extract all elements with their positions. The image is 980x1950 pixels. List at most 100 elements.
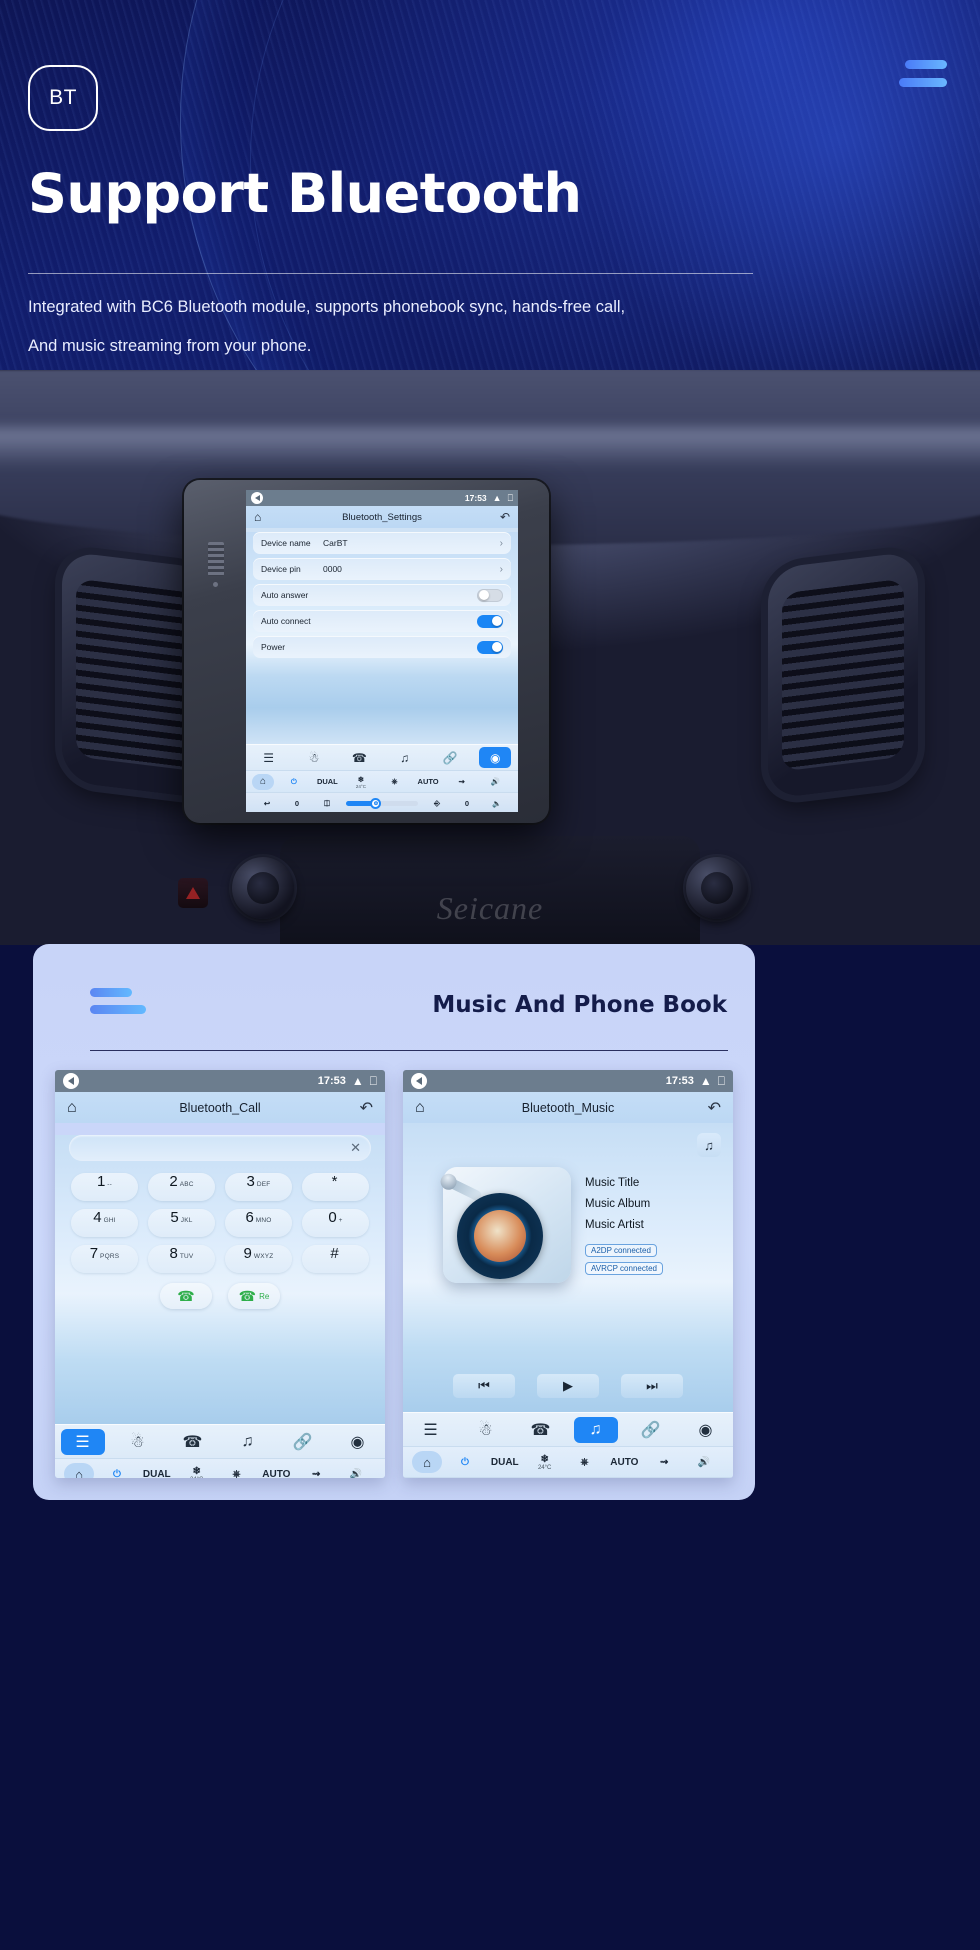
climate-knob-right <box>686 857 748 919</box>
back-arrow-icon[interactable]: ↩ <box>252 799 282 808</box>
settings-icon[interactable]: ◉ <box>684 1417 728 1443</box>
setting-row-device-name[interactable]: Device name CarBT › <box>253 532 511 554</box>
next-icon[interactable]: ⏭ <box>621 1374 683 1398</box>
dial-key[interactable]: 9 WXYZ <box>225 1245 292 1273</box>
card-accent-bar-2 <box>90 1005 146 1014</box>
call-body: ✕ 1 -- 2 ABC 3 DEF * 4 GHI 5 JKL 6 MNO 0 + 7 PQR… <box>55 1135 385 1424</box>
link-icon[interactable]: 🔗 <box>629 1417 673 1443</box>
rear-defrost-icon[interactable]: ⎈ <box>565 1457 605 1468</box>
dialpad-icon[interactable]: ☰ <box>60 1428 105 1455</box>
power-toggle[interactable] <box>477 640 503 654</box>
phone-icon[interactable]: ☎ <box>171 1429 215 1455</box>
rear-defrost-icon[interactable]: ⎈ <box>378 777 412 787</box>
dashboard-sheen <box>0 428 980 468</box>
music-phonebook-card: Music And Phone Book 17:53 ▲ ⎕ ⌂ Bluetoo… <box>33 944 755 1500</box>
airflow-icon[interactable]: ⇝ <box>296 1469 336 1479</box>
dial-key[interactable]: # <box>302 1245 369 1273</box>
volume-up-icon[interactable]: 🔊 <box>478 777 512 786</box>
snowflake-icon[interactable]: ❄ 24°C <box>525 1454 565 1471</box>
auto-answer-toggle[interactable] <box>477 588 503 602</box>
hero-accent-bars <box>887 60 947 96</box>
contact-icon[interactable]: ☃ <box>298 747 330 768</box>
dial-key[interactable]: 2 ABC <box>148 1173 215 1201</box>
airflow-icon[interactable]: ⇝ <box>644 1457 684 1468</box>
climate-bar-bottom: ↩ 0 ⎅ ❂ ⎆ 0 🔈 <box>246 792 518 812</box>
phone-icon[interactable]: ☎ <box>519 1417 563 1443</box>
return-icon[interactable]: ↶ <box>500 510 510 524</box>
dial-key[interactable]: 6 MNO <box>225 1209 292 1237</box>
window-icon[interactable]: ⎕ <box>508 493 513 504</box>
setting-row-device-pin[interactable]: Device pin 0000 › <box>253 558 511 580</box>
music-icon[interactable]: ♫ <box>573 1416 618 1443</box>
power-icon[interactable]: ⏻ <box>277 777 311 787</box>
seat-icon[interactable]: ⎅ <box>312 799 342 809</box>
redial-button[interactable]: ☎ Re <box>228 1283 280 1309</box>
volume-up-icon[interactable]: 🔊 <box>336 1469 376 1479</box>
phone-icon: ☎ <box>177 1287 195 1304</box>
previous-icon[interactable]: ⏮ <box>453 1374 515 1398</box>
call-button[interactable]: ☎ <box>160 1283 212 1309</box>
snowflake-icon[interactable]: ❄ 24°C <box>344 775 378 789</box>
dial-key[interactable]: * <box>302 1173 369 1201</box>
setting-row-auto-answer[interactable]: Auto answer <box>253 584 511 606</box>
back-icon[interactable] <box>411 1073 427 1089</box>
seat-heat-icon[interactable]: ⎆ <box>422 799 452 809</box>
volume-up-icon[interactable]: 🔊 <box>684 1457 724 1468</box>
slider-knob[interactable]: ❂ <box>370 798 382 809</box>
phone-icon[interactable]: ☎ <box>343 747 375 768</box>
climate-home-button[interactable]: ⌂ <box>412 1451 442 1473</box>
auto-connect-toggle[interactable] <box>477 614 503 628</box>
window-icon[interactable]: ⎕ <box>718 1074 725 1089</box>
climate-home-button[interactable]: ⌂ <box>252 773 274 790</box>
settings-icon[interactable]: ◉ <box>336 1429 380 1455</box>
back-icon[interactable] <box>251 492 263 504</box>
phone-number-input[interactable]: ✕ <box>69 1135 371 1161</box>
dual-label[interactable]: DUAL <box>137 1469 177 1479</box>
dial-key[interactable]: 8 TUV <box>148 1245 215 1273</box>
music-icon[interactable]: ♫ <box>226 1429 270 1455</box>
contact-icon[interactable]: ☃ <box>464 1417 508 1443</box>
dual-label[interactable]: DUAL <box>311 777 345 786</box>
power-icon[interactable]: ⏻ <box>445 1457 485 1468</box>
window-icon[interactable]: ⎕ <box>370 1074 377 1089</box>
dialpad-icon[interactable]: ☰ <box>409 1417 453 1443</box>
auto-label[interactable]: AUTO <box>256 1469 296 1479</box>
chevrons-up-icon[interactable]: ▲ <box>700 1074 712 1088</box>
back-icon[interactable] <box>63 1073 79 1089</box>
key-sub: JKL <box>180 1217 193 1224</box>
airflow-icon[interactable]: ⇝ <box>445 777 479 786</box>
settings-icon[interactable]: ◉ <box>479 747 512 768</box>
music-note-icon[interactable]: ♫ <box>697 1133 721 1157</box>
dial-key[interactable]: 1 -- <box>71 1173 138 1201</box>
dial-key[interactable]: 0 + <box>302 1209 369 1237</box>
chevrons-up-icon[interactable]: ▲ <box>352 1074 364 1088</box>
chevrons-up-icon[interactable]: ▲ <box>493 493 502 503</box>
setting-row-power[interactable]: Power <box>253 636 511 658</box>
dual-label[interactable]: DUAL <box>485 1457 525 1468</box>
link-icon[interactable]: 🔗 <box>434 747 466 768</box>
hero-subtitle: Integrated with BC6 Bluetooth module, su… <box>28 288 758 366</box>
fan-speed-slider[interactable]: ❂ <box>346 798 418 809</box>
return-icon[interactable]: ↶ <box>708 1098 721 1118</box>
dialpad-icon[interactable]: ☰ <box>253 747 285 768</box>
dial-key[interactable]: 3 DEF <box>225 1173 292 1201</box>
snowflake-icon[interactable]: ❄ 24°C <box>177 1466 217 1479</box>
setting-row-auto-connect[interactable]: Auto connect <box>253 610 511 632</box>
play-icon[interactable]: ▶ <box>537 1374 599 1398</box>
return-icon[interactable]: ↶ <box>360 1098 373 1118</box>
auto-label[interactable]: AUTO <box>411 777 445 786</box>
auto-label[interactable]: AUTO <box>604 1457 644 1468</box>
rear-defrost-icon[interactable]: ⎈ <box>217 1469 257 1479</box>
dial-key[interactable]: 5 JKL <box>148 1209 215 1237</box>
clear-icon[interactable]: ✕ <box>350 1140 361 1156</box>
volume-down-icon[interactable]: 🔈 <box>482 799 512 808</box>
hero-subtitle-line-2: And music streaming from your phone. <box>28 336 312 355</box>
music-icon[interactable]: ♫ <box>389 747 421 768</box>
link-icon[interactable]: 🔗 <box>281 1429 325 1455</box>
climate-home-button[interactable]: ⌂ <box>64 1463 94 1478</box>
climate-bar-top: ⌂ ⏻ DUAL ❄ 24°C ⎈ AUTO ⇝ 🔊 <box>55 1458 385 1478</box>
dial-key[interactable]: 7 PQRS <box>71 1245 138 1273</box>
power-icon[interactable]: ⏻ <box>97 1469 137 1479</box>
contact-icon[interactable]: ☃ <box>116 1429 160 1455</box>
dial-key[interactable]: 4 GHI <box>71 1209 138 1237</box>
